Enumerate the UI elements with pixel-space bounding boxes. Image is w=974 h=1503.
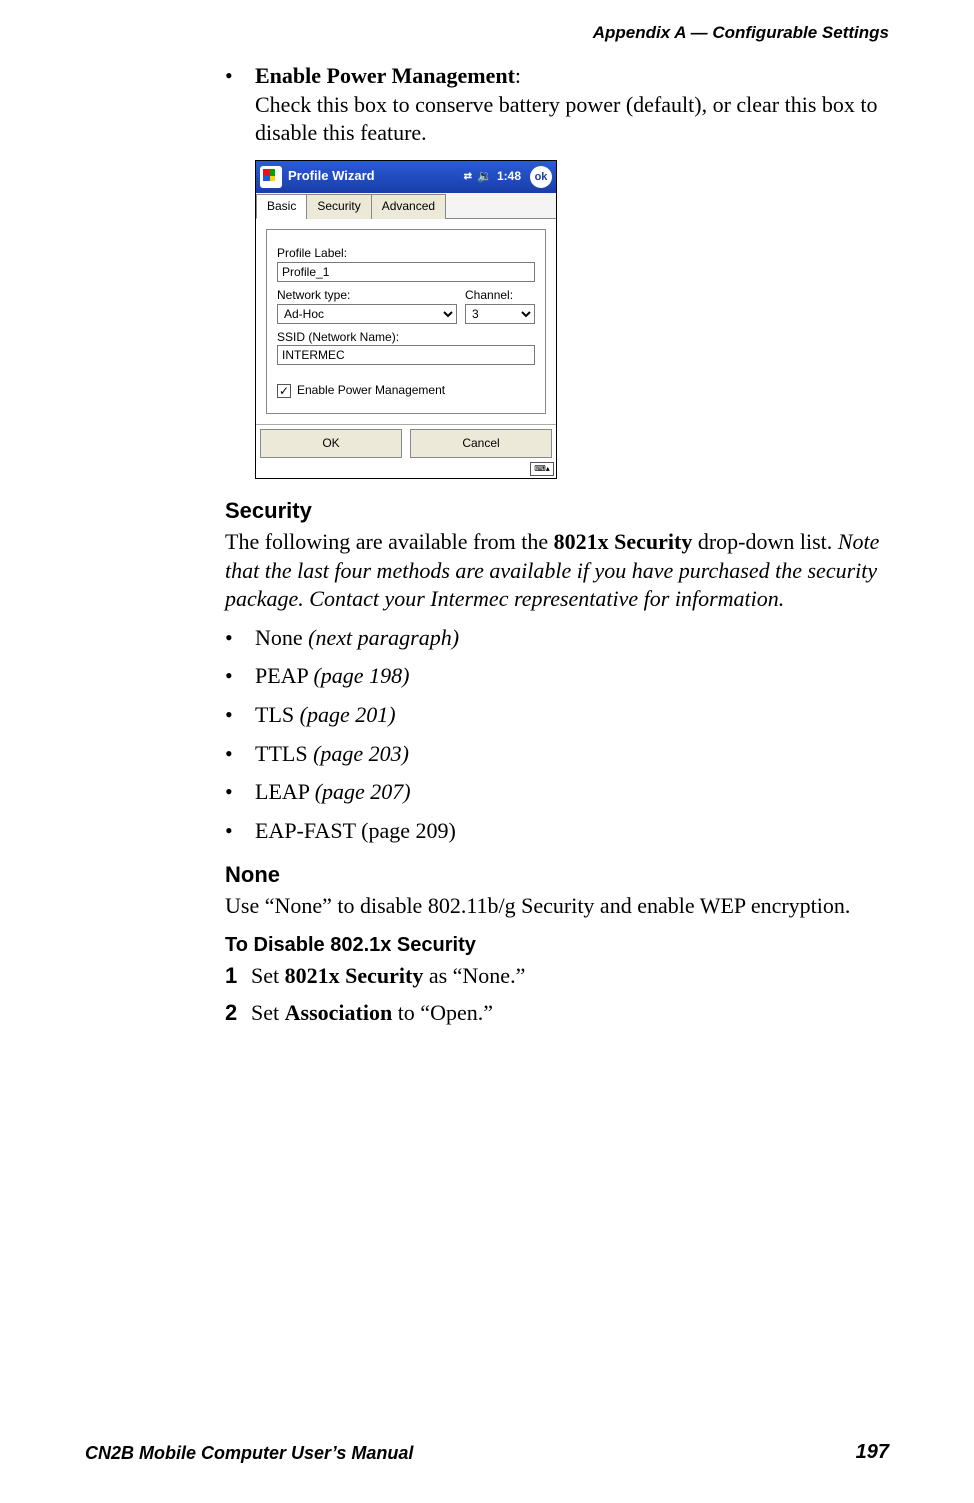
list-item: • TTLS (page 203): [225, 740, 890, 769]
list-item-label: PEAP: [255, 663, 313, 688]
system-tray: ⇄ 1:48 ok: [464, 166, 552, 188]
step-1: 1 Set 8021x Security as “None.”: [225, 962, 890, 991]
sip-bar: ⌨▴: [256, 462, 556, 478]
clock: 1:48: [497, 169, 521, 185]
list-item: • LEAP (page 207): [225, 778, 890, 807]
list-item-label: TLS: [255, 702, 300, 727]
heading-security: Security: [225, 497, 890, 526]
ssid-input[interactable]: [277, 345, 535, 365]
footer-page-number: 197: [856, 1439, 889, 1465]
security-intro-bold: 8021x Security: [554, 529, 693, 554]
ok-button[interactable]: OK: [260, 429, 402, 459]
power-mgmt-row: ✓ Enable Power Management: [277, 383, 535, 399]
window-title: Profile Wizard: [288, 168, 464, 185]
speaker-icon: [477, 169, 492, 185]
profile-label-input[interactable]: [277, 262, 535, 282]
cancel-button[interactable]: Cancel: [410, 429, 552, 459]
titlebar: Profile Wizard ⇄ 1:48 ok: [256, 161, 556, 193]
bullet-mark: •: [225, 624, 255, 653]
profile-wizard-screenshot: Profile Wizard ⇄ 1:48 ok Basic Security …: [255, 160, 557, 480]
security-intro-a: The following are available from the: [225, 529, 554, 554]
bullet-colon: :: [515, 63, 521, 88]
list-item-body: None (next paragraph): [255, 624, 890, 653]
step-body: Set 8021x Security as “None.”: [251, 962, 525, 991]
tab-basic[interactable]: Basic: [256, 194, 307, 220]
list-item: • None (next paragraph): [225, 624, 890, 653]
bullet-desc: Check this box to conserve battery power…: [255, 92, 878, 146]
list-item-ref: (next paragraph): [308, 625, 459, 650]
windows-flag-icon: [260, 166, 282, 188]
subheading-disable-8021x: To Disable 802.1x Security: [225, 932, 890, 958]
list-item-ref: (page 201): [300, 702, 396, 727]
bullet-title: Enable Power Management: [255, 63, 515, 88]
step-body: Set Association to “Open.”: [251, 999, 493, 1028]
step-number: 2: [225, 999, 251, 1028]
list-item: • TLS (page 201): [225, 701, 890, 730]
security-intro: The following are available from the 802…: [225, 528, 890, 614]
power-mgmt-checkbox-label: Enable Power Management: [297, 383, 445, 399]
list-item-ref: (page 203): [313, 741, 409, 766]
step-number: 1: [225, 962, 251, 991]
tab-advanced[interactable]: Advanced: [371, 194, 446, 220]
bullet-enable-power-management: • Enable Power Management: Check this bo…: [225, 62, 890, 148]
security-list: • None (next paragraph) • PEAP (page 198…: [225, 624, 890, 846]
list-item-body: TLS (page 201): [255, 701, 890, 730]
step-b: to “Open.”: [392, 1000, 493, 1025]
list-item-ref: (page 207): [315, 779, 411, 804]
ok-circle-button[interactable]: ok: [530, 166, 552, 188]
none-para: Use “None” to disable 802.11b/g Security…: [225, 892, 890, 921]
network-type-select[interactable]: Ad-Hoc: [277, 304, 457, 324]
list-item-body: TTLS (page 203): [255, 740, 890, 769]
list-item-label: None: [255, 625, 308, 650]
bullet-mark: •: [225, 817, 255, 846]
list-item-label: EAP-FAST (page 209): [255, 818, 456, 843]
security-intro-b: drop-down list.: [692, 529, 837, 554]
list-item: • EAP-FAST (page 209): [225, 817, 890, 846]
profile-label-label: Profile Label:: [277, 246, 535, 262]
heading-none: None: [225, 861, 890, 890]
list-item-body: PEAP (page 198): [255, 662, 890, 691]
bullet-mark: •: [225, 662, 255, 691]
channel-label: Channel:: [465, 288, 535, 304]
list-item-label: TTLS: [255, 741, 313, 766]
footer-manual-title: CN2B Mobile Computer User’s Manual: [85, 1442, 413, 1465]
tab-security[interactable]: Security: [306, 194, 371, 220]
list-item-ref: (page 198): [313, 663, 409, 688]
list-item: • PEAP (page 198): [225, 662, 890, 691]
keyboard-icon[interactable]: ⌨▴: [530, 462, 554, 476]
step-a: Set: [251, 1000, 285, 1025]
list-item-body: LEAP (page 207): [255, 778, 890, 807]
bullet-mark: •: [225, 62, 255, 148]
connection-icon: ⇄: [464, 172, 472, 182]
step-bold: Association: [285, 1000, 393, 1025]
step-b: as “None.”: [423, 963, 525, 988]
dialog-button-row: OK Cancel: [256, 424, 556, 463]
step-2: 2 Set Association to “Open.”: [225, 999, 890, 1028]
tab-strip: Basic Security Advanced: [256, 193, 556, 220]
step-a: Set: [251, 963, 285, 988]
bullet-mark: •: [225, 778, 255, 807]
power-mgmt-checkbox[interactable]: ✓: [277, 384, 291, 398]
ssid-label: SSID (Network Name):: [277, 330, 535, 346]
bullet-mark: •: [225, 740, 255, 769]
step-bold: 8021x Security: [285, 963, 424, 988]
bullet-mark: •: [225, 701, 255, 730]
running-header: Appendix A — Configurable Settings: [593, 22, 889, 44]
page-content: • Enable Power Management: Check this bo…: [225, 62, 890, 1036]
form-area: Profile Label: Network type: Ad-Hoc Chan…: [266, 229, 546, 413]
bullet-body: Enable Power Management: Check this box …: [255, 62, 890, 148]
list-item-body: EAP-FAST (page 209): [255, 817, 890, 846]
channel-select[interactable]: 3: [465, 304, 535, 324]
list-item-label: LEAP: [255, 779, 315, 804]
network-type-label: Network type:: [277, 288, 457, 304]
